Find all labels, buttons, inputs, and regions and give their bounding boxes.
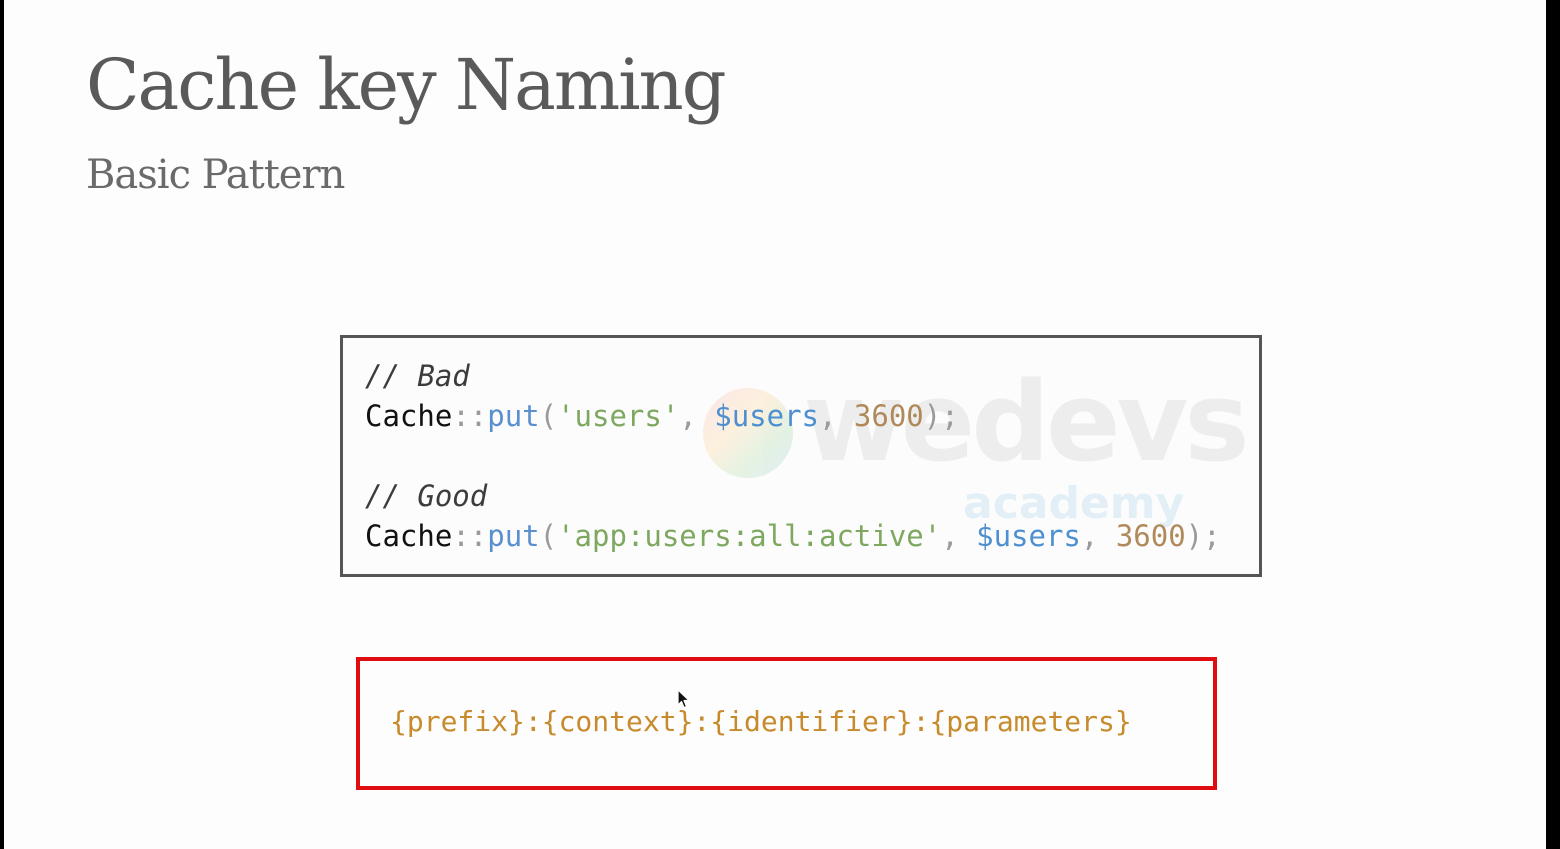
page-subtitle: Basic Pattern xyxy=(86,152,345,198)
code-function: put xyxy=(487,519,540,553)
code-close: ); xyxy=(1185,519,1221,553)
screen-edge xyxy=(1546,0,1560,849)
code-operator: :: xyxy=(452,519,488,553)
code-line-bad: Cache::put('users', $users, 3600); xyxy=(365,396,1221,436)
code-class: Cache xyxy=(365,399,453,433)
code-operator: :: xyxy=(452,399,488,433)
key-pattern-text: {prefix}:{context}:{identifier}:{paramet… xyxy=(390,705,1132,738)
code-separator: , xyxy=(819,399,854,433)
page-title: Cache key Naming xyxy=(86,44,727,126)
code-variable: $users xyxy=(976,519,1081,553)
code-paren: ( xyxy=(539,519,558,553)
code-comment-bad: // Bad xyxy=(365,359,470,393)
code-lines: // Bad Cache::put('users', $users, 3600)… xyxy=(365,356,1221,556)
code-block: wedevs academy // Bad Cache::put('users'… xyxy=(340,335,1262,577)
code-number: 3600 xyxy=(853,399,924,433)
code-separator: , xyxy=(1080,519,1116,553)
code-class: Cache xyxy=(365,519,453,553)
code-line-good: Cache::put('app:users:all:active', $user… xyxy=(365,516,1221,556)
code-comment-good: // Good xyxy=(365,479,488,513)
code-number: 3600 xyxy=(1115,519,1186,553)
code-string: 'app:users:all:active' xyxy=(557,519,942,553)
code-paren: ( xyxy=(539,399,558,433)
code-close: ); xyxy=(923,399,959,433)
code-variable: $users xyxy=(714,399,819,433)
code-separator: , xyxy=(941,519,977,553)
code-string: 'users' xyxy=(557,399,680,433)
mouse-pointer-icon xyxy=(677,689,690,709)
code-function: put xyxy=(487,399,540,433)
key-pattern-box: {prefix}:{context}:{identifier}:{paramet… xyxy=(356,657,1217,790)
slide: Cache key Naming Basic Pattern wedevs ac… xyxy=(4,0,1546,849)
code-separator: , xyxy=(679,399,715,433)
